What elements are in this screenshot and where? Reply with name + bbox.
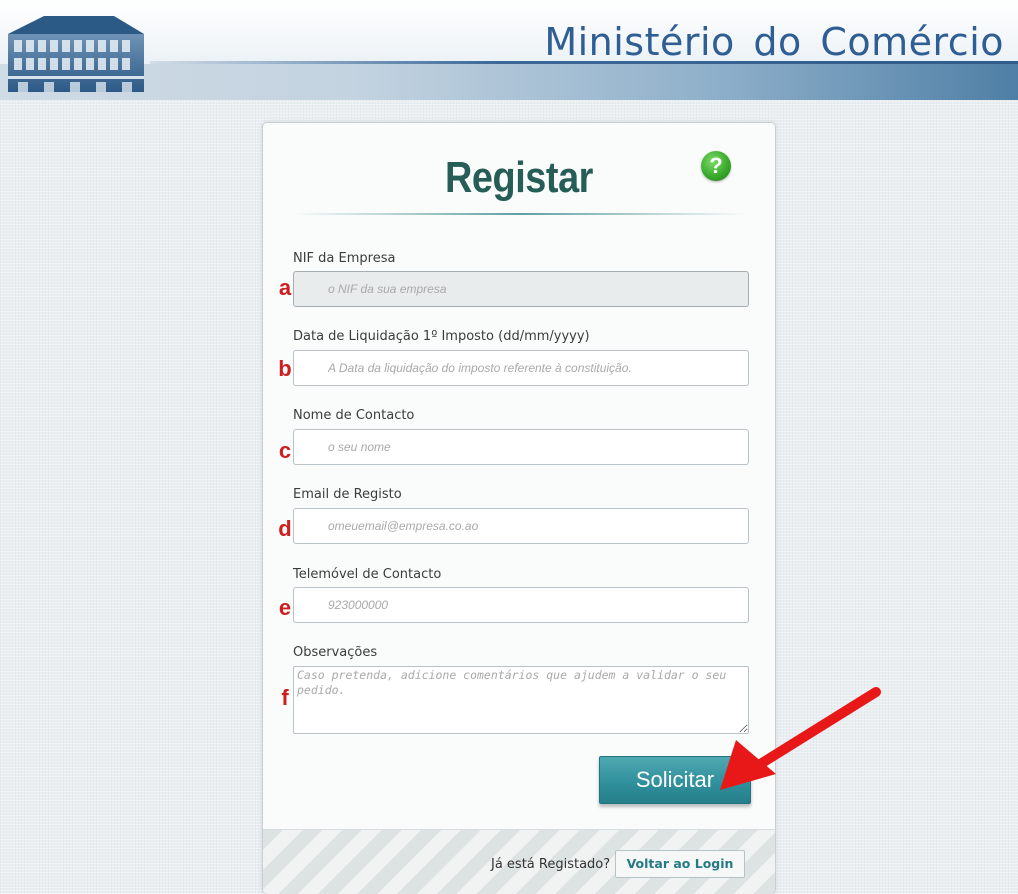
contact-name-input[interactable] bbox=[293, 429, 749, 465]
red-arrow-icon bbox=[720, 687, 881, 790]
nif-label: NIF da Empresa bbox=[293, 251, 396, 266]
notes-textarea[interactable] bbox=[293, 666, 749, 734]
field-marker-a: a bbox=[278, 275, 292, 300]
tax-date-input[interactable] bbox=[293, 350, 749, 386]
field-marker-e: e bbox=[278, 595, 292, 620]
field-marker-f: f bbox=[281, 685, 289, 710]
field-marker-b: b bbox=[278, 356, 292, 381]
notes-label: Observações bbox=[293, 645, 378, 660]
nif-input[interactable] bbox=[293, 271, 749, 307]
already-registered-text: Já está Registado? bbox=[491, 857, 611, 872]
contact-name-label: Nome de Contacto bbox=[293, 408, 415, 423]
page-header: Ministério do Comércio bbox=[0, 0, 1018, 100]
question-mark-icon[interactable]: ? bbox=[701, 151, 731, 181]
mobile-label: Telemóvel de Contacto bbox=[293, 567, 442, 582]
tax-date-label: Data de Liquidação 1º Imposto (dd/mm/yyy… bbox=[293, 329, 590, 344]
ministry-building-logo bbox=[8, 16, 144, 92]
email-field[interactable] bbox=[293, 508, 749, 544]
field-marker-c: c bbox=[278, 438, 292, 463]
title-divider bbox=[293, 213, 747, 215]
back-to-login-button[interactable]: Voltar ao Login bbox=[615, 850, 745, 878]
page-title: Registar bbox=[444, 153, 593, 202]
header-band bbox=[0, 64, 1018, 100]
card-footer: Já está Registado? Voltar ao Login bbox=[263, 829, 775, 894]
mobile-input[interactable] bbox=[293, 587, 749, 623]
field-marker-d: d bbox=[278, 516, 292, 541]
site-title: Ministério do Comércio bbox=[544, 20, 1004, 64]
register-card: Registar ? NIF da Empresa a Data de Liqu… bbox=[262, 122, 776, 894]
email-label: Email de Registo bbox=[293, 487, 402, 502]
